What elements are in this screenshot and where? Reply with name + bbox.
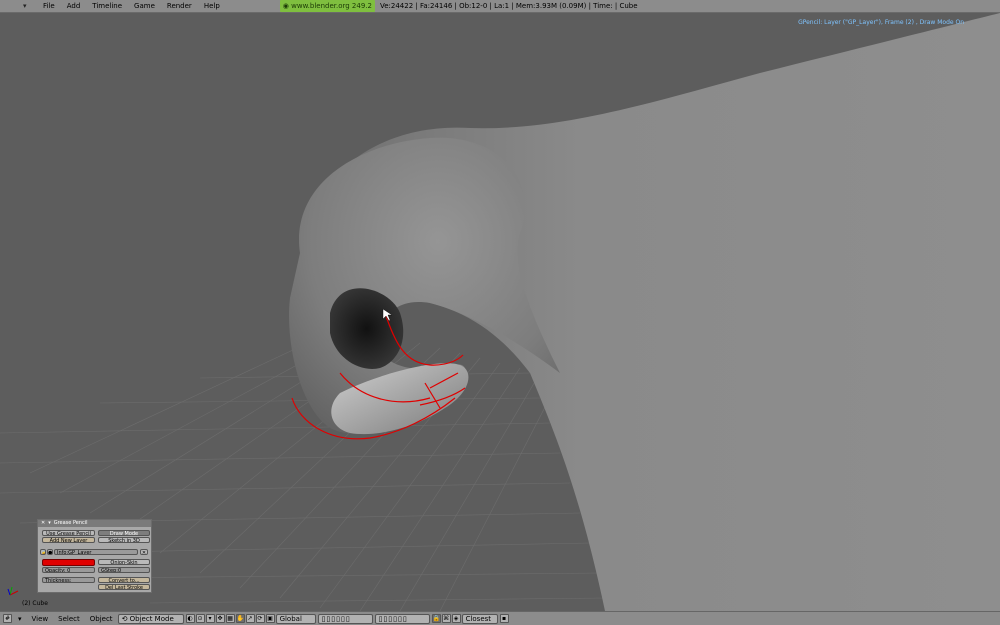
draw-type-icon[interactable]: ◐ (185, 614, 195, 623)
orientation-select[interactable]: Global (275, 613, 316, 624)
menu-help[interactable]: Help (198, 2, 226, 10)
scene-stats: Ve:24422 | Fa:24146 | Ob:12-0 | La:1 | M… (379, 2, 638, 10)
3d-view-header: # ▾ View Select Object ⟲ Object Mode ◐ ⊙… (0, 611, 1000, 625)
menu-timeline[interactable]: Timeline (86, 2, 128, 10)
manipulator-toggle-icon[interactable]: ▦ (225, 614, 235, 623)
thickness-slider[interactable]: Thickness: (42, 577, 95, 583)
delete-layer-icon[interactable]: ✕ (140, 549, 148, 555)
hand-icon[interactable]: ✋ (235, 614, 245, 623)
menu-select[interactable]: Select (53, 615, 85, 623)
grease-pencil-panel: ✕ ▾ Grease Pencil Use Grease Pencil Draw… (37, 519, 152, 593)
rotate-icon[interactable]: ⟳ (255, 614, 265, 623)
site-label: www.blender.org 249.2 (291, 2, 372, 10)
axis-widget (7, 586, 19, 596)
panel-title: Grease Pencil (53, 520, 88, 526)
convert-to-button[interactable]: Convert to... (98, 577, 150, 583)
opacity-slider[interactable]: Opacity: 0 (42, 567, 95, 573)
mode-select[interactable]: ⟲ Object Mode (117, 613, 184, 624)
collapse-icon[interactable]: ▾ (48, 520, 51, 527)
lock-layers-icon[interactable]: 🔒 (431, 614, 441, 623)
menu-render[interactable]: Render (161, 2, 198, 10)
translate-icon[interactable]: ↗ (245, 614, 255, 623)
pivot-dropdown-icon[interactable]: ▾ (205, 614, 215, 623)
editor-type-icon[interactable]: # (3, 614, 12, 623)
header-collapse-icon[interactable]: ▾ (23, 2, 31, 10)
onion-skin-toggle[interactable]: Onion-Skin (98, 559, 150, 565)
menu-file[interactable]: File (37, 2, 61, 10)
del-last-stroke-button[interactable]: Del Last Stroke (98, 584, 150, 590)
snap-target-select[interactable]: Closest (461, 613, 498, 624)
pivot-icon[interactable]: ⊙ (195, 614, 205, 623)
render-icon[interactable]: ▪ (499, 614, 509, 623)
draw-mode-toggle[interactable]: Draw Mode (98, 530, 150, 536)
snap-mode-icon[interactable]: ◈ (451, 614, 461, 623)
menu-object[interactable]: Object (85, 615, 118, 623)
menu-view[interactable]: View (27, 615, 54, 623)
blender-site-badge[interactable]: ◉ www.blender.org 249.2 (279, 0, 375, 12)
mode-icon: ⟲ (121, 614, 130, 623)
scale-icon[interactable]: ▣ (265, 614, 275, 623)
grease-pencil-status: GPencil: Layer ("GP_Layer"), Frame (2) ,… (798, 19, 964, 26)
mesh-body (300, 13, 1000, 611)
layer-buttons-right[interactable]: ▯▯▯▯▯▯ (374, 613, 430, 624)
panel-header[interactable]: ✕ ▾ Grease Pencil (38, 520, 151, 527)
header-collapse-icon[interactable]: ▾ (13, 615, 27, 623)
layer-visibility-icon[interactable]: ● (47, 549, 53, 555)
manipulator-icon[interactable]: ✥ (215, 614, 225, 623)
close-icon[interactable]: ✕ (41, 520, 45, 527)
active-object-label: (2) Cube (22, 600, 48, 607)
menu-add[interactable]: Add (61, 2, 87, 10)
stroke-color-swatch[interactable] (42, 559, 95, 566)
layer-info-field[interactable]: Info:GP_Layer (54, 549, 138, 555)
mode-label: Object Mode (129, 614, 174, 623)
gstep-field[interactable]: GStep:0 (98, 567, 150, 573)
layer-buttons-left[interactable]: ▯▯▯▯▯▯ (317, 613, 373, 624)
menu-game[interactable]: Game (128, 2, 161, 10)
snap-icon[interactable]: ⌘ (441, 614, 451, 623)
add-new-layer-button[interactable]: Add New Layer (42, 537, 95, 543)
layer-lock-icon[interactable]: 🔒 (40, 549, 46, 555)
info-header: ▾ File Add Timeline Game Render Help ◉ w… (0, 0, 1000, 13)
sketch-in-3d-toggle[interactable]: Sketch in 3D (98, 537, 150, 543)
use-grease-pencil-toggle[interactable]: Use Grease Pencil (42, 530, 95, 536)
